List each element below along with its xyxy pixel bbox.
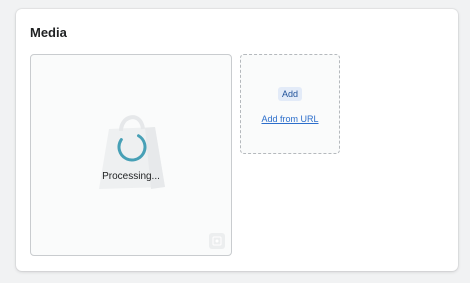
add-media-button[interactable]: Add [278,87,303,101]
card-title: Media [30,25,67,40]
image-icon [212,236,222,246]
media-item-tile[interactable]: Processing... [30,54,232,256]
media-card: Media Processing... Add Add from URL [16,9,458,271]
media-dropzone[interactable]: Add Add from URL [240,54,340,154]
add-from-url-link[interactable]: Add from URL [241,114,339,124]
processing-status-text: Processing... [102,171,160,182]
media-select-checkbox[interactable] [209,233,225,249]
spinner-icon [117,132,147,162]
